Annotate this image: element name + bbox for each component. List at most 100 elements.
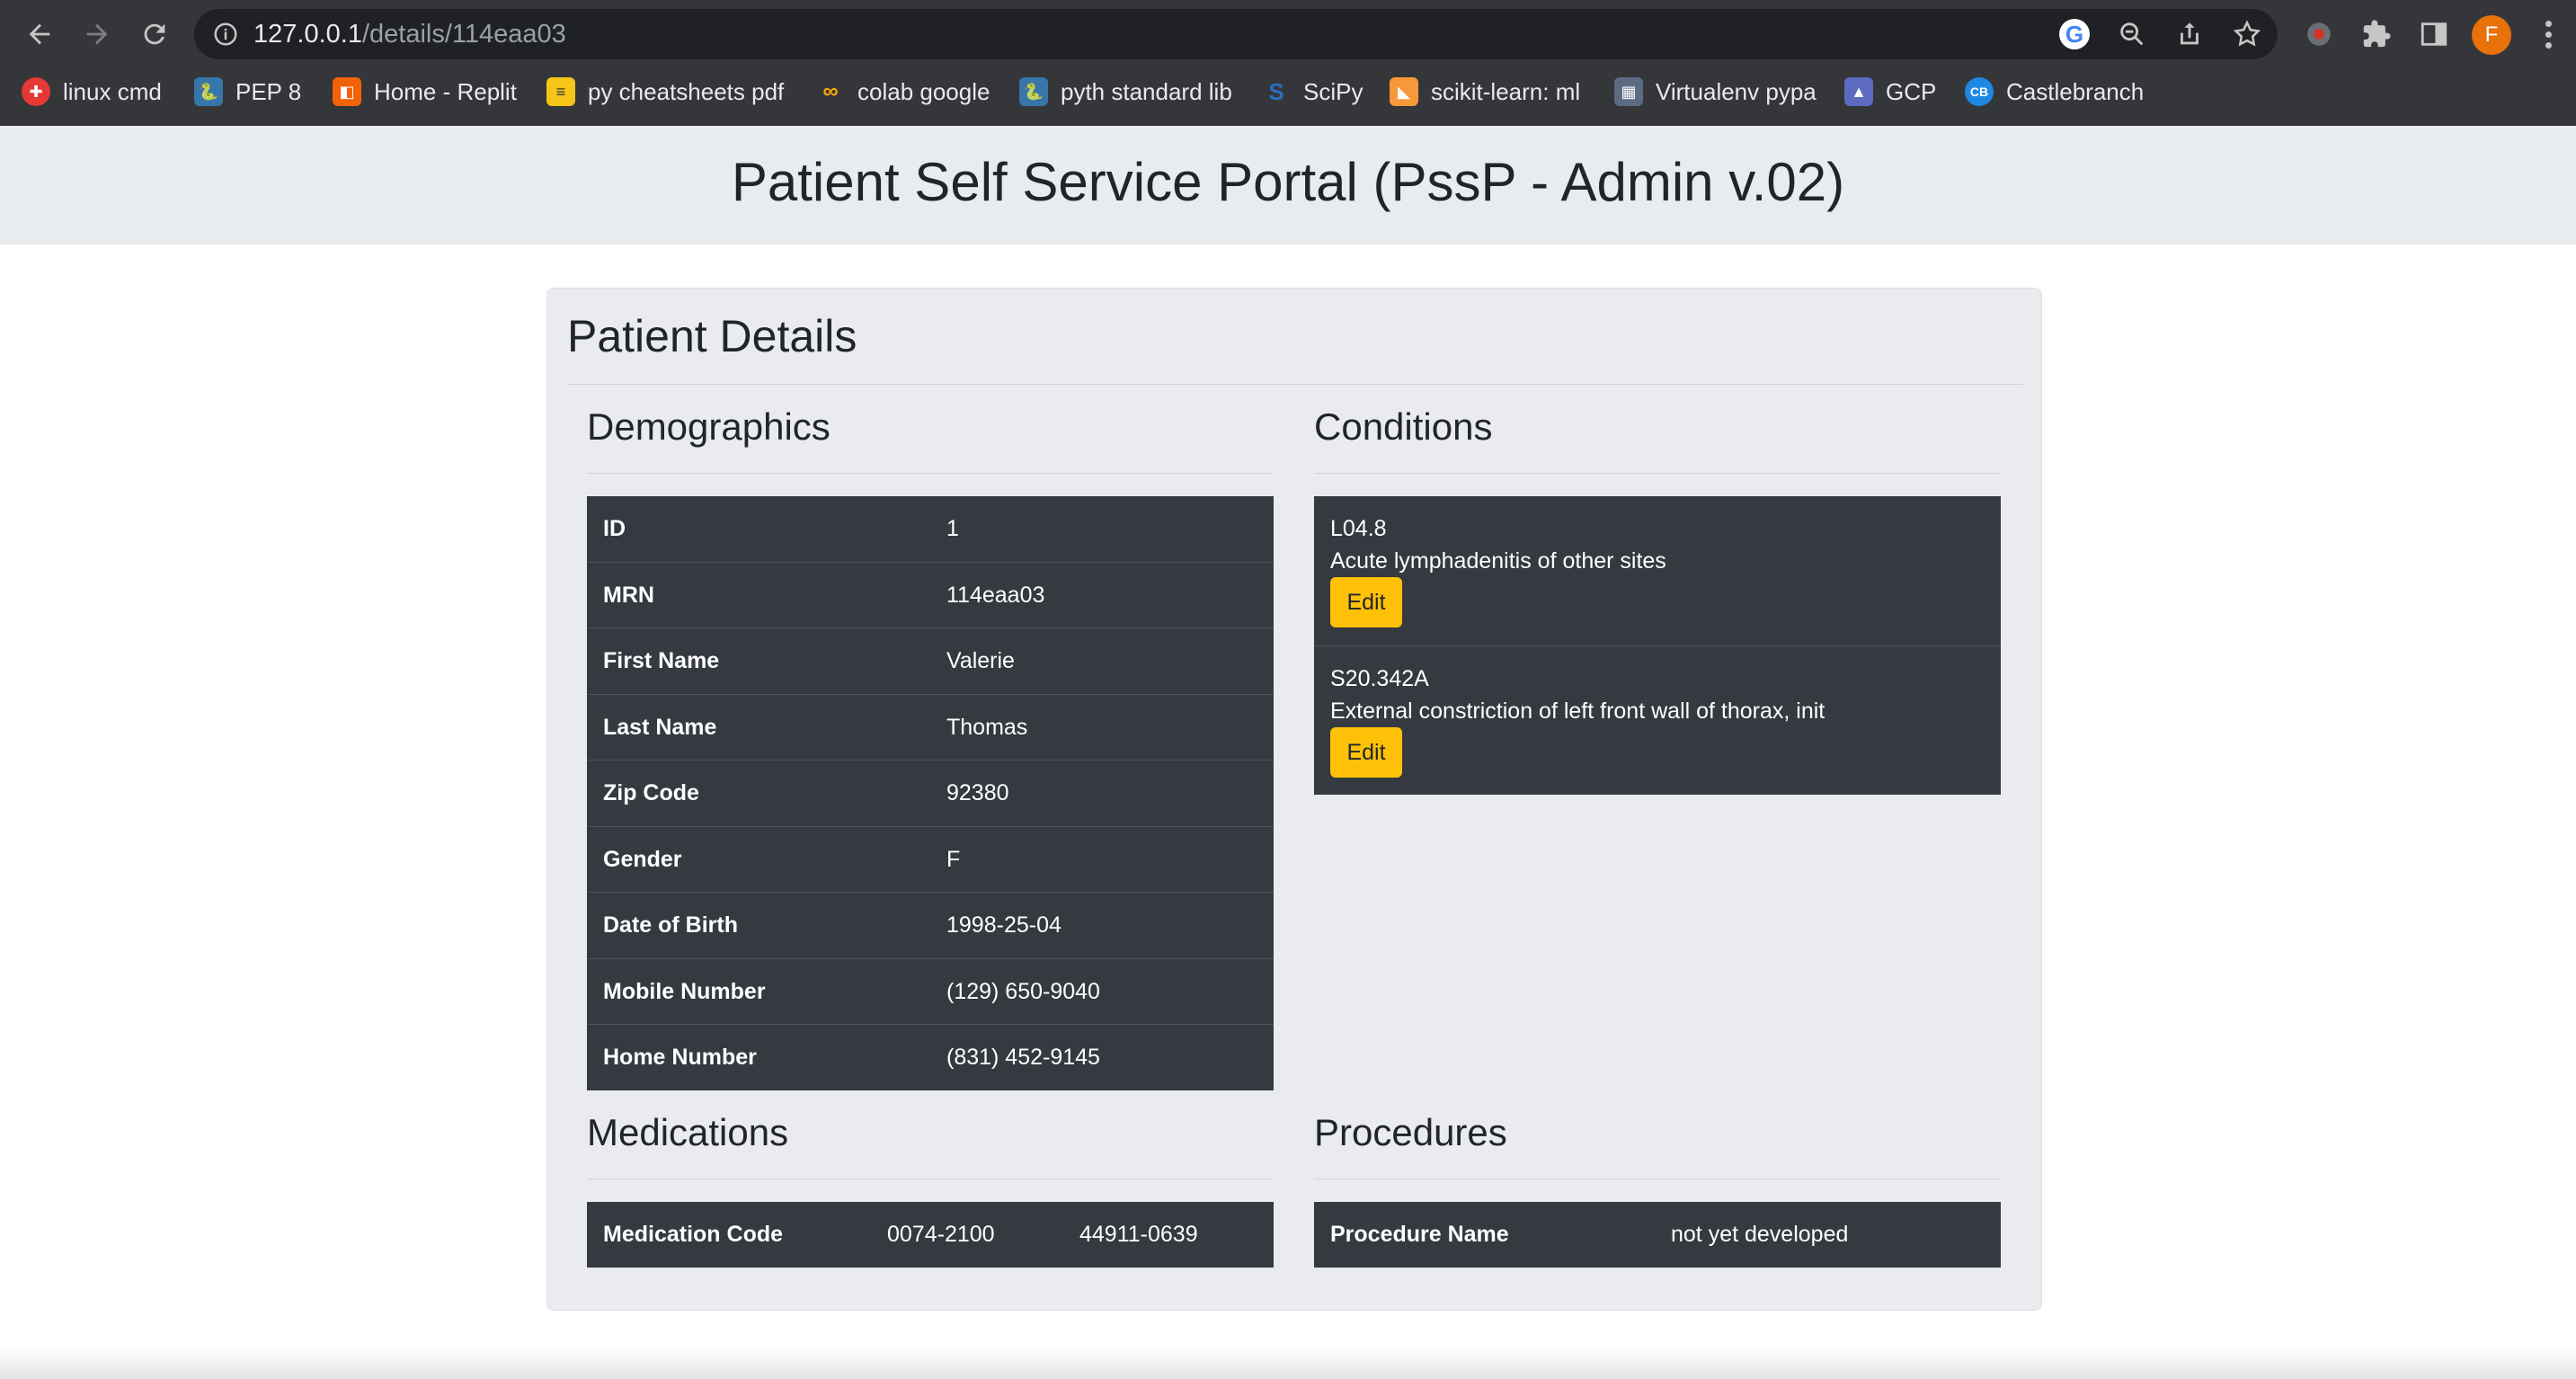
side-panel-icon [2421, 22, 2447, 46]
cheatsheet-icon: ≡ [546, 77, 575, 106]
table-row: Mobile Number (129) 650-9040 [587, 958, 1274, 1024]
url-text[interactable]: 127.0.0.1/details/114eaa03 [253, 20, 566, 49]
table-row: Procedure Name not yet developed [1314, 1202, 2001, 1268]
bookmark-star-button[interactable] [2231, 18, 2263, 50]
reload-button[interactable] [133, 13, 176, 56]
row-value: 114eaa03 [946, 583, 1045, 608]
divider [1314, 473, 2001, 474]
row-label: Procedure Name [1330, 1222, 1509, 1247]
row-label: Zip Code [603, 780, 699, 805]
card-title: Patient Details [567, 311, 857, 361]
address-bar[interactable]: 127.0.0.1/details/114eaa03 G [194, 9, 2278, 59]
condition-description: Acute lymphadenitis of other sites [1330, 548, 1666, 574]
row-value: 92380 [946, 780, 1009, 805]
row-label: Gender [603, 847, 682, 872]
table-row: Last Name Thomas [587, 694, 1274, 760]
table-row: Gender F [587, 826, 1274, 892]
table-row: First Name Valerie [587, 627, 1274, 693]
row-value: (831) 452-9145 [946, 1045, 1100, 1070]
row-label: Date of Birth [603, 912, 738, 938]
row-label: Medication Code [603, 1222, 784, 1247]
table-row: Date of Birth 1998-25-04 [587, 892, 1274, 957]
row-label: ID [603, 516, 626, 541]
row-value: not yet developed [1671, 1222, 1849, 1247]
bookmark-castlebranch[interactable]: CB Castlebranch [1965, 70, 2144, 113]
window-bottom-edge [0, 1347, 2576, 1379]
table-row: Home Number (831) 452-9145 [587, 1024, 1274, 1090]
share-button[interactable] [2173, 18, 2206, 50]
profile-avatar[interactable]: F [2472, 15, 2511, 55]
url-host: 127.0.0.1 [253, 20, 362, 49]
forward-button[interactable] [76, 13, 119, 56]
scipy-icon: S [1268, 77, 1284, 105]
browser-menu-button[interactable] [2535, 14, 2562, 54]
page-header: Patient Self Service Portal (PssP - Admi… [0, 126, 2576, 245]
extension-badge-icon [2307, 22, 2331, 46]
bookmark-label: Virtualenv pypa [1656, 77, 1817, 105]
bookmark-label: scikit-learn: ml [1431, 77, 1581, 105]
bookmark-label: pyth standard lib [1061, 77, 1232, 105]
procedures-table: Procedure Name not yet developed [1314, 1202, 2001, 1268]
row-label: Home Number [603, 1045, 757, 1070]
back-button[interactable] [18, 13, 61, 56]
python-icon: 🐍 [1019, 77, 1048, 106]
bookmark-scikit-learn[interactable]: ◣ scikit-learn: ml [1390, 70, 1580, 113]
python-icon: 🐍 [194, 77, 223, 106]
bookmark-pep8[interactable]: 🐍 PEP 8 [194, 70, 301, 113]
menu-dot-icon [2545, 41, 2552, 49]
google-lens-button[interactable]: G [2058, 18, 2091, 50]
demographics-title: Demographics [587, 405, 831, 448]
condition-description: External constriction of left front wall… [1330, 698, 1825, 724]
condition-item: S20.342A External constriction of left f… [1314, 645, 2001, 795]
condition-item: L04.8 Acute lymphadenitis of other sites… [1314, 496, 2001, 645]
browser-chrome: 127.0.0.1/details/114eaa03 G F ✚ linux cm… [0, 0, 2576, 126]
divider [587, 473, 1274, 474]
side-panel-button[interactable] [2414, 14, 2454, 54]
url-path: /details/114eaa03 [361, 20, 566, 49]
edit-condition-button[interactable]: Edit [1330, 577, 1402, 627]
extension-button[interactable] [2299, 14, 2339, 54]
table-row: Zip Code 92380 [587, 760, 1274, 825]
bookmark-linux-cmd[interactable]: ✚ linux cmd [22, 70, 162, 113]
row-label: Mobile Number [603, 979, 766, 1004]
virtualenv-icon: ▦ [1614, 77, 1643, 106]
table-row: Medication Code 0074-2100 44911-0639 [587, 1202, 1274, 1268]
bookmark-colab[interactable]: ∞ colab google [816, 70, 990, 113]
medications-table: Medication Code 0074-2100 44911-0639 [587, 1202, 1274, 1268]
medication-code: 0074-2100 [887, 1222, 995, 1247]
bookmark-replit[interactable]: ◧ Home - Replit [333, 70, 517, 113]
puzzle-icon [2363, 20, 2391, 48]
medication-code: 44911-0639 [1079, 1222, 1198, 1247]
extensions-menu-button[interactable] [2357, 14, 2396, 54]
google-icon: G [2059, 19, 2090, 49]
row-value: Valerie [946, 648, 1015, 673]
bookmark-pyth-stdlib[interactable]: 🐍 pyth standard lib [1019, 70, 1232, 113]
star-icon [2233, 20, 2261, 47]
arrow-right-icon [86, 23, 108, 45]
bookmark-label: Home - Replit [374, 77, 517, 105]
bookmark-py-cheatsheets[interactable]: ≡ py cheatsheets pdf [546, 70, 784, 113]
page-title: Patient Self Service Portal (PssP - Admi… [731, 152, 1845, 212]
bookmark-virtualenv[interactable]: ▦ Virtualenv pypa [1614, 70, 1817, 113]
red-badge-icon: ✚ [22, 77, 50, 106]
bookmark-label: GCP [1886, 77, 1937, 105]
castlebranch-icon: CB [1965, 77, 1994, 106]
row-value: 1 [946, 516, 959, 541]
medications-title: Medications [587, 1111, 789, 1153]
arrow-left-icon [29, 23, 50, 45]
table-row: MRN 114eaa03 [587, 562, 1274, 627]
gcp-icon: ▲ [1844, 77, 1873, 106]
share-icon [2181, 22, 2198, 45]
zoom-button[interactable] [2116, 18, 2148, 50]
conditions-title: Conditions [1314, 405, 1493, 448]
info-icon[interactable] [212, 21, 239, 48]
row-value: Thomas [946, 715, 1028, 740]
bookmark-label: colab google [857, 77, 990, 105]
menu-dot-icon [2545, 31, 2552, 38]
bookmark-scipy[interactable]: S SciPy [1262, 70, 1363, 113]
row-label: MRN [603, 583, 654, 608]
reload-icon [144, 23, 165, 45]
divider [567, 384, 2023, 385]
edit-condition-button[interactable]: Edit [1330, 727, 1402, 778]
bookmark-gcp[interactable]: ▲ GCP [1844, 70, 1936, 113]
